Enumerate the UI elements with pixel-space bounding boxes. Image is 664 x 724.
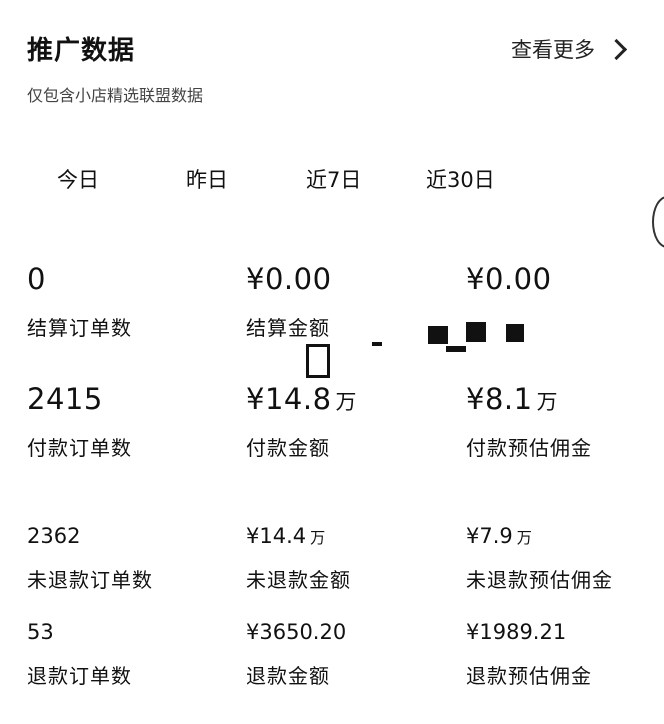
- screenshot-artifact: [372, 342, 382, 346]
- unrefunded-est-commission-number: ¥7.9: [466, 524, 513, 548]
- paid-amount-value: ¥14.8 万: [246, 382, 357, 416]
- unrefunded-amount-value: ¥14.4 万: [246, 524, 325, 548]
- page-title: 推广数据: [27, 36, 136, 66]
- refund-est-commission-value: ¥1989.21: [466, 620, 567, 644]
- unrefunded-orders-value: 2362: [27, 524, 81, 548]
- refund-orders-value: 53: [27, 620, 54, 644]
- refund-est-commission-label: 退款预估佣金: [466, 664, 592, 688]
- screenshot-artifact: [428, 326, 448, 344]
- paid-orders-label: 付款订单数: [27, 436, 132, 460]
- page-subtitle: 仅包含小店精选联盟数据: [27, 86, 204, 105]
- tab-yesterday[interactable]: 昨日: [186, 164, 228, 194]
- screenshot-artifact: [306, 344, 330, 378]
- tab-last-30-days[interactable]: 近30日: [426, 164, 495, 194]
- refund-orders-label: 退款订单数: [27, 664, 132, 688]
- tab-today[interactable]: 今日: [57, 164, 99, 194]
- settled-orders-label: 结算订单数: [27, 316, 132, 340]
- paid-amount-number: ¥14.8: [246, 382, 332, 416]
- unrefunded-amount-number: ¥14.4: [246, 524, 307, 548]
- chevron-right-icon: [605, 38, 628, 60]
- view-more-link[interactable]: 查看更多: [511, 34, 628, 64]
- paid-est-commission-value: ¥8.1 万: [466, 382, 558, 416]
- view-more-label: 查看更多: [511, 38, 595, 62]
- edge-overlay-arc: [652, 196, 664, 248]
- paid-orders-value: 2415: [27, 382, 103, 416]
- settled-amount-label: 结算金额: [246, 316, 330, 340]
- settled-orders-value: 0: [27, 262, 46, 296]
- settled-amount-value: ¥0.00: [246, 262, 332, 296]
- screenshot-artifact: [466, 322, 486, 342]
- date-range-tabs: 今日 昨日 近7日 近30日: [0, 164, 664, 198]
- unrefunded-est-commission-label: 未退款预估佣金: [466, 568, 613, 592]
- paid-amount-label: 付款金额: [246, 436, 330, 460]
- refund-amount-label: 退款金额: [246, 664, 330, 688]
- paid-est-commission-unit: 万: [536, 390, 558, 414]
- unrefunded-amount-unit: 万: [310, 529, 326, 547]
- unrefunded-est-commission-unit: 万: [516, 529, 532, 547]
- unrefunded-amount-label: 未退款金额: [246, 568, 351, 592]
- screenshot-artifact: [446, 346, 466, 352]
- screenshot-artifact: [506, 324, 524, 342]
- paid-est-commission-label: 付款预估佣金: [466, 436, 592, 460]
- paid-amount-unit: 万: [335, 390, 357, 414]
- paid-est-commission-number: ¥8.1: [466, 382, 533, 416]
- tab-last-7-days[interactable]: 近7日: [306, 164, 361, 194]
- settled-commission-value: ¥0.00: [466, 262, 552, 296]
- refund-amount-value: ¥3650.20: [246, 620, 347, 644]
- unrefunded-est-commission-value: ¥7.9 万: [466, 524, 532, 548]
- unrefunded-orders-label: 未退款订单数: [27, 568, 153, 592]
